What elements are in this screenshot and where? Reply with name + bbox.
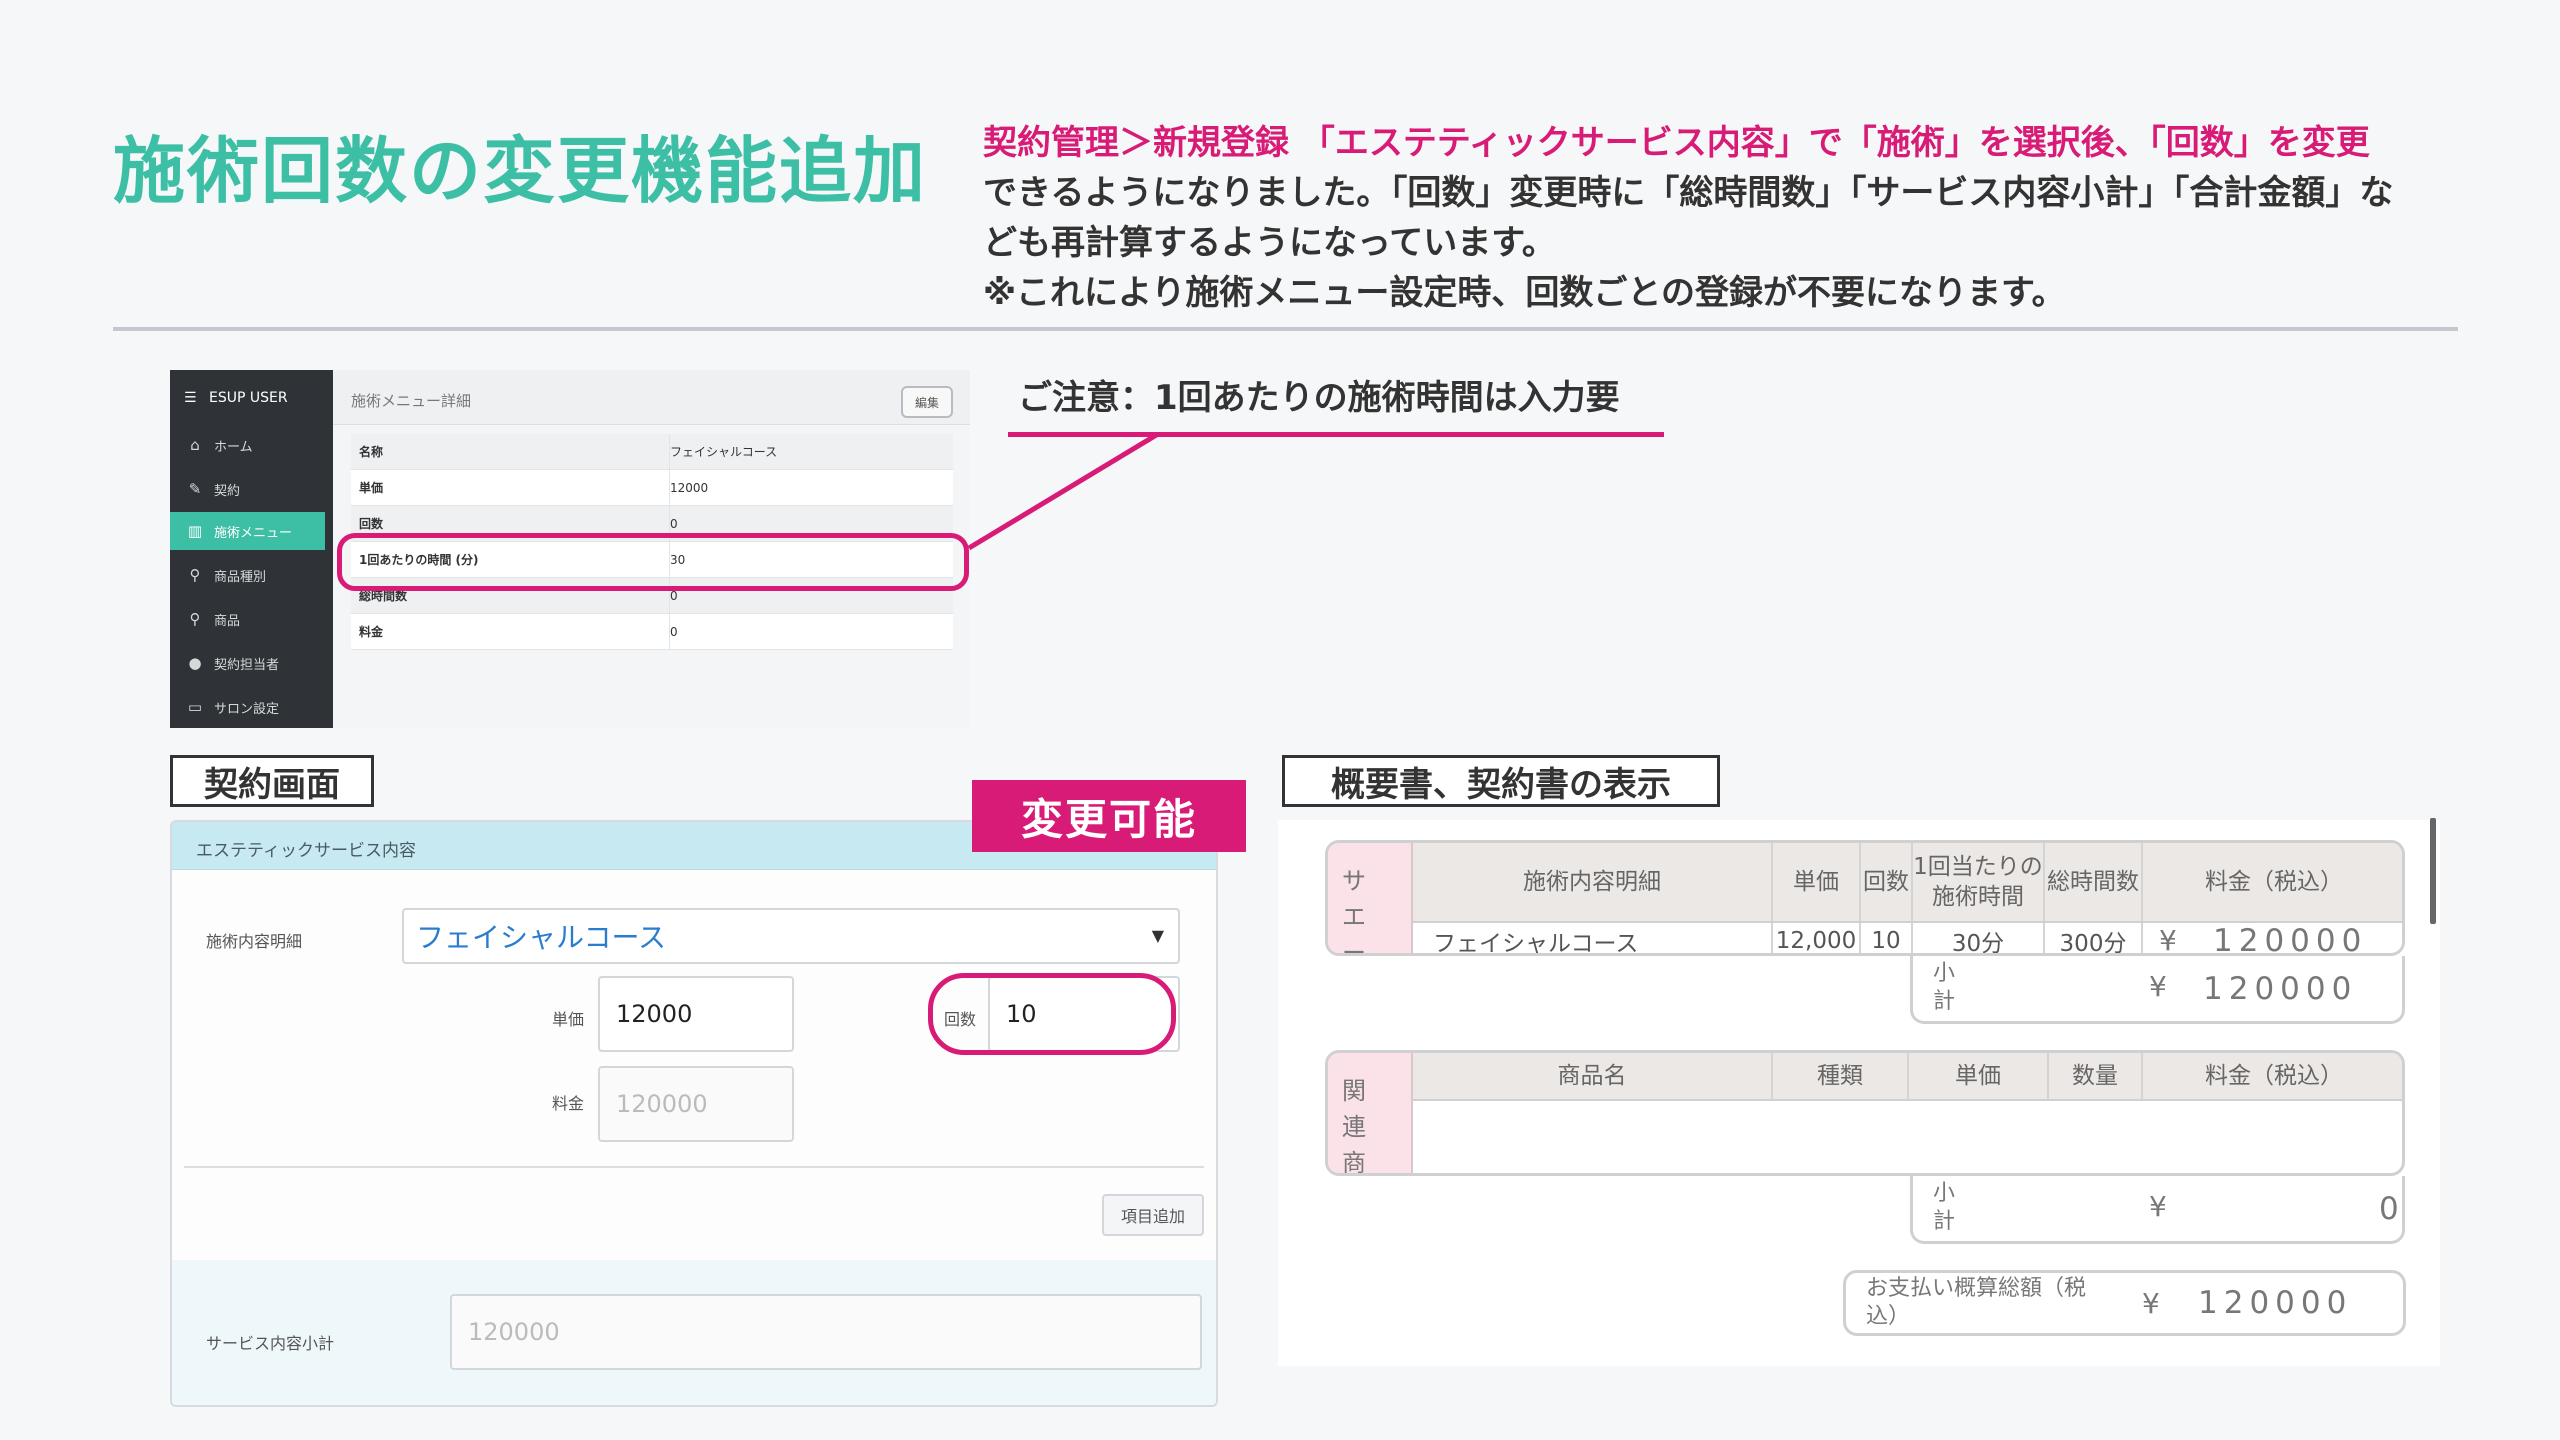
service-total-time-cell: 300分 bbox=[2045, 923, 2143, 953]
scrollbar-thumb[interactable] bbox=[2430, 818, 2436, 924]
form-divider bbox=[184, 1166, 1204, 1168]
header-cell: 単価 bbox=[1909, 1053, 2049, 1099]
price-input: 120000 bbox=[598, 1066, 794, 1142]
estimated-total-label: お支払い概算総額（税込） bbox=[1866, 1276, 2087, 1329]
caution-note: ご注意：1回あたりの施術時間は入力要 bbox=[1018, 378, 1620, 418]
contract-section-label: 契約画面 bbox=[170, 755, 374, 807]
header-cell: 商品名 bbox=[1413, 1053, 1773, 1099]
header-cell: 1回当たりの施術時間 bbox=[1913, 843, 2045, 921]
yen-symbol: ¥ bbox=[2149, 1190, 2167, 1223]
service-side-label: サエース bbox=[1328, 843, 1413, 953]
product-subtotal-label: 小計 bbox=[1933, 1181, 1956, 1234]
service-subtotal-box: 小計 ¥ 120000 bbox=[1910, 956, 2405, 1024]
changeable-badge: 変更可能 bbox=[972, 780, 1246, 852]
treatment-detail-label: 施術内容明細 bbox=[206, 932, 303, 951]
product-side-label: 関連商 bbox=[1328, 1053, 1413, 1173]
product-subtotal-box: 小計 ¥ 0 bbox=[1910, 1176, 2405, 1244]
count-highlight bbox=[928, 973, 1176, 1055]
table-row: フェイシャルコース 12,000 10 30分 300分 ¥ 120000 bbox=[1413, 923, 2402, 956]
service-table: サエース 施術内容明細 単価 回数 1回当たりの施術時間 総時間数 料金（税込）… bbox=[1325, 840, 2405, 956]
estimated-total-digits: 120000 bbox=[2198, 1285, 2353, 1321]
header-cell: 施術内容明細 bbox=[1413, 843, 1773, 921]
note-connector-line bbox=[967, 431, 1160, 551]
product-table-header: 商品名 種類 単価 数量 料金（税込） bbox=[1413, 1053, 2402, 1101]
header-cell: 数量 bbox=[2049, 1053, 2143, 1099]
service-subtotal-digits: 120000 bbox=[2203, 970, 2358, 1007]
service-table-header: 施術内容明細 単価 回数 1回当たりの施術時間 総時間数 料金（税込） bbox=[1413, 843, 2402, 923]
header-cell: 総時間数 bbox=[2045, 843, 2143, 921]
product-subtotal-digit: 0 bbox=[2379, 1190, 2405, 1227]
estimated-total-box: お支払い概算総額（税込） ¥ 120000 bbox=[1843, 1270, 2406, 1336]
header-cell: 回数 bbox=[1861, 843, 1913, 921]
header-cell: 種類 bbox=[1773, 1053, 1909, 1099]
service-subtotal-label: サービス内容小計 bbox=[206, 1334, 335, 1353]
subtotal-area: サービス内容小計 120000 bbox=[172, 1260, 1216, 1405]
service-amount-digits: 120000 bbox=[2213, 923, 2368, 956]
treatment-detail-value: フェイシャルコース bbox=[416, 921, 667, 954]
unit-price-label: 単価 bbox=[552, 1010, 585, 1029]
caution-underline bbox=[1008, 432, 1664, 437]
unit-price-input[interactable]: 12000 bbox=[598, 976, 794, 1052]
yen-symbol: ¥ bbox=[2149, 970, 2167, 1003]
service-content-title: エステティックサービス内容 bbox=[196, 841, 416, 861]
price-label: 料金 bbox=[552, 1094, 585, 1113]
overview-section-label: 概要書、契約書の表示 bbox=[1282, 755, 1720, 807]
treatment-detail-select[interactable]: フェイシャルコース ▼ bbox=[402, 908, 1180, 964]
add-item-button[interactable]: 項目追加 bbox=[1102, 1194, 1204, 1236]
related-products-table: 関連商 商品名 種類 単価 数量 料金（税込） bbox=[1325, 1050, 2405, 1176]
service-subtotal-input: 120000 bbox=[450, 1294, 1202, 1370]
header-cell: 料金（税込） bbox=[2205, 869, 2343, 895]
contract-form-panel: エステティックサービス内容 施術内容明細 フェイシャルコース ▼ 単価 1200… bbox=[170, 820, 1218, 1407]
service-subtotal-label: 小計 bbox=[1933, 961, 1956, 1014]
service-time-cell: 30分 bbox=[1913, 923, 2045, 953]
service-count-cell: 10 bbox=[1861, 923, 1913, 953]
service-name-cell: フェイシャルコース bbox=[1413, 923, 1773, 953]
yen-symbol: ¥ bbox=[2159, 924, 2177, 956]
chevron-down-icon[interactable]: ▼ bbox=[1152, 926, 1164, 945]
yen-symbol: ¥ bbox=[2142, 1287, 2160, 1320]
header-cell: 料金（税込） bbox=[2205, 1063, 2343, 1089]
header-cell: 単価 bbox=[1773, 843, 1861, 921]
service-unit-cell: 12,000 bbox=[1773, 923, 1861, 953]
